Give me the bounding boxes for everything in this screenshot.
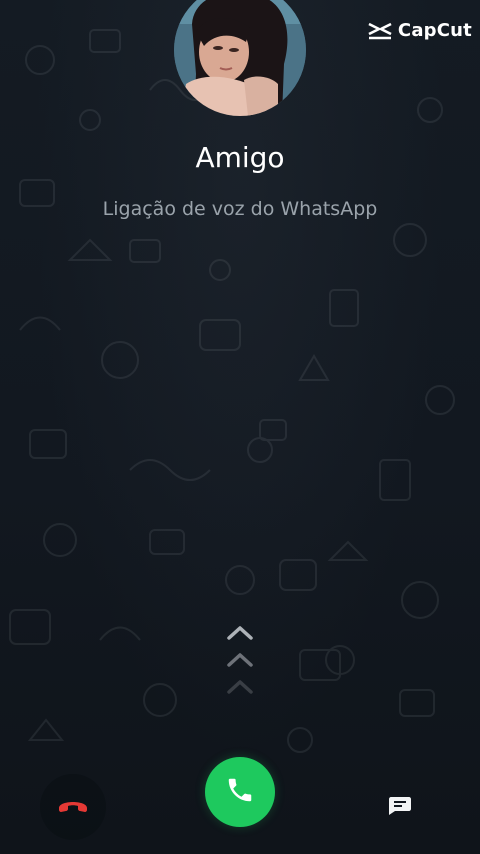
call-type-label: Ligação de voz do WhatsApp [102,198,378,220]
caller-name: Amigo [195,141,285,174]
decline-call-button[interactable] [40,774,106,840]
incoming-call-screen: CapCut Amigo Ligação de voz do WhatsApp [0,0,480,854]
wallpaper-pattern [9,29,455,753]
message-icon [388,796,412,821]
quick-reply-button[interactable] [378,786,422,830]
capcut-logo-icon [367,21,393,41]
chevrons-up-icon [222,622,258,702]
phone-hangup-icon [57,795,89,820]
accept-call-button[interactable] [205,757,275,827]
watermark-text: CapCut [397,20,472,41]
phone-icon [225,775,255,810]
capcut-watermark: CapCut [367,20,472,41]
